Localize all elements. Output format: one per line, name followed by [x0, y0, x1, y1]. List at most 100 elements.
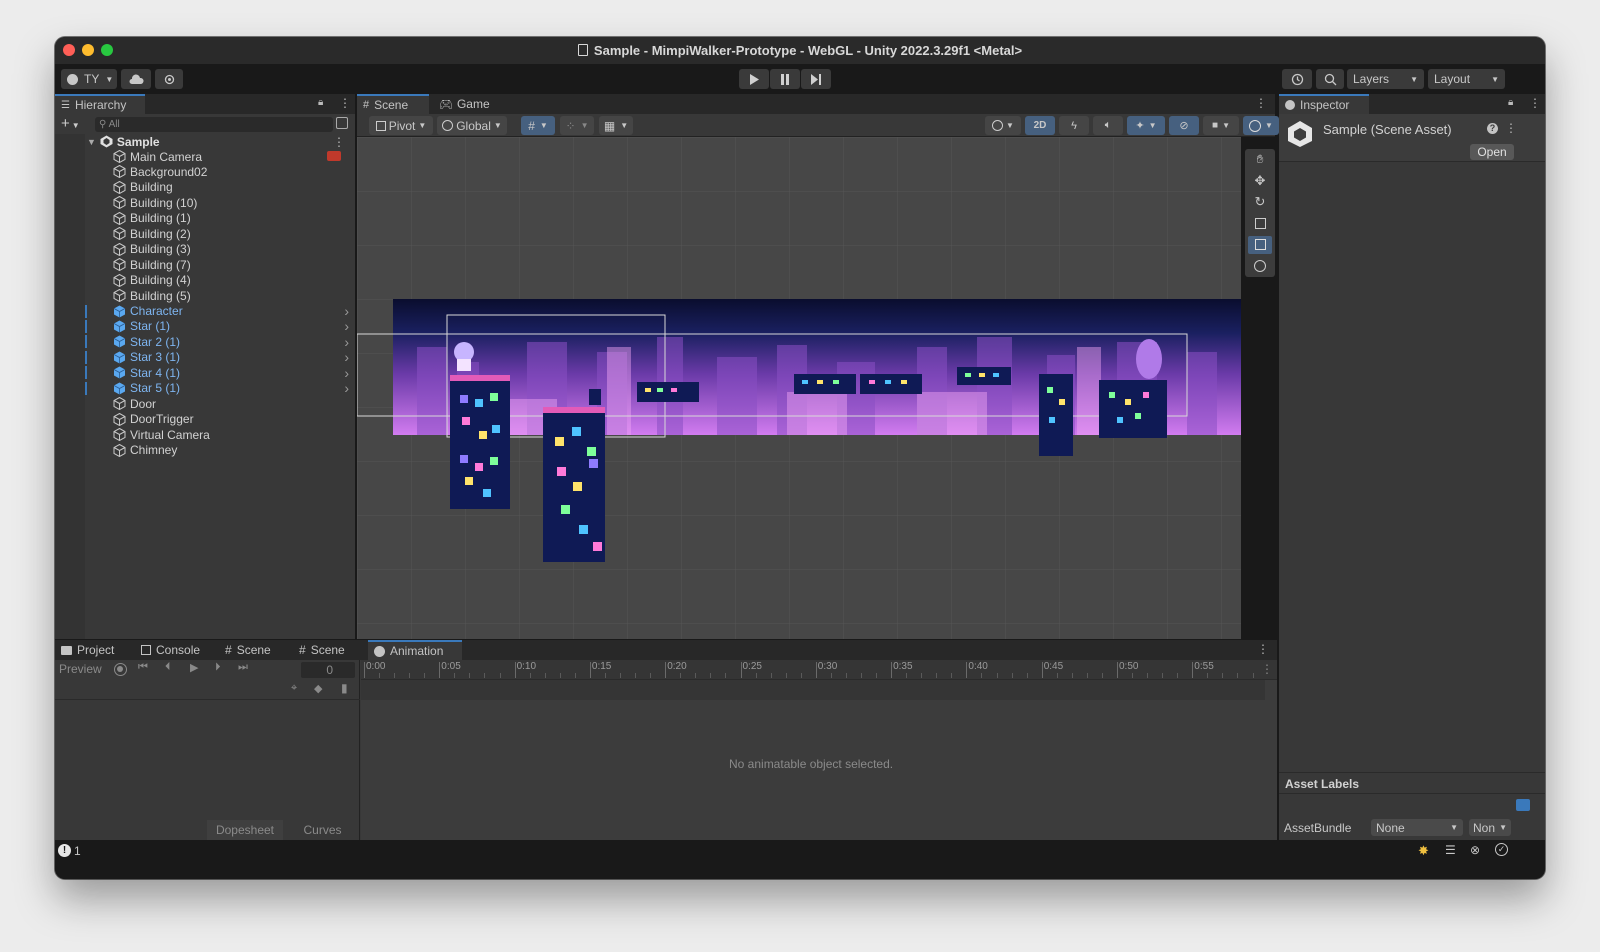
- transform-tool-button[interactable]: [1248, 257, 1272, 275]
- kebab-menu-icon[interactable]: ⋮: [1261, 662, 1273, 676]
- add-object-button[interactable]: + ▼: [61, 115, 80, 132]
- help-icon[interactable]: ?: [1487, 123, 1498, 134]
- animation-timeline[interactable]: 0:00 0:05 0:10 0:15 0:20 0:25 0:30 0:35 0:40 0:45…: [361, 660, 1277, 840]
- hierarchy-item[interactable]: Star (1) ›: [85, 318, 355, 334]
- kebab-menu-icon[interactable]: ⋮: [1505, 121, 1517, 135]
- add-keyframe-icon[interactable]: ◆: [314, 682, 322, 695]
- toggle-2d-button[interactable]: 2D: [1025, 116, 1055, 135]
- undo-history-button[interactable]: [1282, 69, 1312, 89]
- camera-warning-icon[interactable]: [327, 151, 341, 161]
- search-button[interactable]: [1316, 69, 1344, 89]
- move-tool-button[interactable]: ✥: [1248, 173, 1272, 191]
- draw-mode-dropdown[interactable]: ▼: [985, 116, 1021, 135]
- prev-key-button[interactable]: ⏴: [165, 661, 171, 674]
- tab-scene-bottom-2[interactable]: # Scene: [293, 640, 365, 660]
- account-dropdown[interactable]: TY ▼: [61, 69, 117, 89]
- hierarchy-item[interactable]: Building (2): [113, 226, 355, 241]
- play-button[interactable]: [739, 69, 769, 89]
- hierarchy-item[interactable]: Door: [113, 396, 355, 411]
- layers-dropdown[interactable]: Layers ▼: [1347, 69, 1424, 89]
- pause-button[interactable]: [770, 69, 800, 89]
- hierarchy-item[interactable]: Building (3): [113, 242, 355, 257]
- lighting-toggle[interactable]: ϟ: [1059, 116, 1089, 135]
- tab-animation[interactable]: Animation: [368, 640, 462, 660]
- cache-server-icon[interactable]: ☰: [1445, 843, 1456, 857]
- add-event-icon[interactable]: ▮: [341, 681, 348, 695]
- step-button[interactable]: [801, 69, 831, 89]
- hierarchy-item[interactable]: Building (10): [113, 195, 355, 210]
- tab-project[interactable]: Project: [55, 640, 133, 660]
- scale-tool-button[interactable]: [1248, 215, 1272, 233]
- check-icon[interactable]: ✓: [1495, 843, 1508, 856]
- audio-toggle[interactable]: 🔈︎: [1093, 116, 1123, 135]
- asset-variant-dropdown[interactable]: Non ▼: [1469, 819, 1511, 836]
- chevron-right-icon[interactable]: ›: [344, 303, 349, 319]
- services-button[interactable]: [155, 69, 183, 89]
- tab-hierarchy[interactable]: ☰ Hierarchy: [55, 94, 145, 114]
- hierarchy-item[interactable]: Main Camera: [113, 149, 355, 164]
- next-key-button[interactable]: ⏵: [215, 661, 221, 674]
- tab-console[interactable]: Console: [135, 640, 215, 660]
- layout-dropdown[interactable]: Layout ▼: [1428, 69, 1505, 89]
- rect-tool-button[interactable]: [1248, 236, 1272, 254]
- frame-field[interactable]: 0: [301, 662, 355, 678]
- global-dropdown[interactable]: Global ▼: [437, 116, 507, 135]
- preview-toggle[interactable]: Preview: [59, 662, 102, 676]
- hierarchy-item[interactable]: Building (7): [113, 257, 355, 272]
- network-icon[interactable]: ⊗: [1470, 843, 1480, 857]
- tab-inspector[interactable]: Inspector: [1279, 94, 1369, 114]
- character-sprite[interactable]: [454, 342, 474, 371]
- scene-root-row[interactable]: ▼ Sample ⋮: [87, 134, 355, 149]
- warning-icon[interactable]: !: [58, 844, 71, 857]
- hierarchy-item[interactable]: Chimney: [113, 443, 355, 458]
- chevron-right-icon[interactable]: ›: [344, 349, 349, 365]
- rotate-tool-button[interactable]: ↻: [1248, 194, 1272, 212]
- lock-icon[interactable]: 🔒︎: [318, 97, 323, 108]
- hierarchy-item[interactable]: Background02: [113, 164, 355, 179]
- gizmos-dropdown[interactable]: ▼: [1243, 116, 1279, 135]
- scene-viewport[interactable]: [357, 137, 1241, 639]
- expand-arrow-icon[interactable]: ▼: [87, 137, 96, 147]
- hierarchy-item[interactable]: Star 3 (1) ›: [85, 349, 355, 365]
- hierarchy-item[interactable]: Star 5 (1) ›: [85, 380, 355, 396]
- keyframe-filter-icon[interactable]: ⌖: [291, 682, 297, 695]
- door-sprite[interactable]: [1136, 339, 1162, 379]
- play-anim-button[interactable]: ▶: [190, 661, 198, 674]
- record-button[interactable]: [114, 663, 127, 676]
- scene-visibility-icon[interactable]: [336, 117, 348, 129]
- first-key-button[interactable]: ⏮: [138, 661, 148, 674]
- curves-tab[interactable]: Curves: [285, 820, 360, 840]
- tag-icon[interactable]: [1516, 799, 1530, 811]
- lighting-progress-icon[interactable]: ✸: [1418, 843, 1429, 859]
- increment-snap-toggle[interactable]: ▦ ▼: [599, 116, 633, 135]
- chevron-right-icon[interactable]: ›: [344, 380, 349, 396]
- kebab-menu-icon[interactable]: ⋮: [1255, 96, 1267, 110]
- open-asset-button[interactable]: Open: [1470, 144, 1514, 160]
- hierarchy-item[interactable]: Building (4): [113, 273, 355, 288]
- chevron-right-icon[interactable]: ›: [344, 318, 349, 334]
- kebab-menu-icon[interactable]: ⋮: [1257, 642, 1269, 656]
- asset-bundle-dropdown[interactable]: None ▼: [1371, 819, 1463, 836]
- kebab-menu-icon[interactable]: ⋮: [1529, 96, 1541, 110]
- chevron-right-icon[interactable]: ›: [344, 365, 349, 381]
- grid-snap-toggle[interactable]: # ▼: [521, 116, 555, 135]
- chevron-right-icon[interactable]: ›: [344, 334, 349, 350]
- tab-game[interactable]: 🎮︎ Game: [433, 94, 503, 114]
- kebab-menu-icon[interactable]: ⋮: [333, 135, 345, 149]
- hidden-objects-toggle[interactable]: ⊘: [1169, 116, 1199, 135]
- hierarchy-item[interactable]: Star 2 (1) ›: [85, 334, 355, 350]
- last-key-button[interactable]: ⏭: [238, 661, 248, 674]
- hierarchy-search-input[interactable]: ⚲ All: [95, 117, 333, 132]
- hierarchy-item[interactable]: Building (5): [113, 288, 355, 303]
- chimney-sprite[interactable]: [589, 389, 601, 405]
- camera-dropdown[interactable]: ■ ▼: [1203, 116, 1239, 135]
- hierarchy-item[interactable]: Character ›: [85, 303, 355, 319]
- timeline-ruler[interactable]: 0:00 0:05 0:10 0:15 0:20 0:25 0:30 0:35 0:40 0:45…: [361, 660, 1277, 680]
- cloud-button[interactable]: [121, 69, 151, 89]
- grid-visibility-toggle[interactable]: ⁘ ▼: [560, 116, 594, 135]
- kebab-menu-icon[interactable]: ⋮: [339, 96, 351, 110]
- dopesheet-tab[interactable]: Dopesheet: [207, 820, 283, 840]
- effects-dropdown[interactable]: ✦ ▼: [1127, 116, 1165, 135]
- hierarchy-item[interactable]: Virtual Camera: [113, 427, 355, 442]
- lock-icon[interactable]: 🔒︎: [1508, 97, 1513, 108]
